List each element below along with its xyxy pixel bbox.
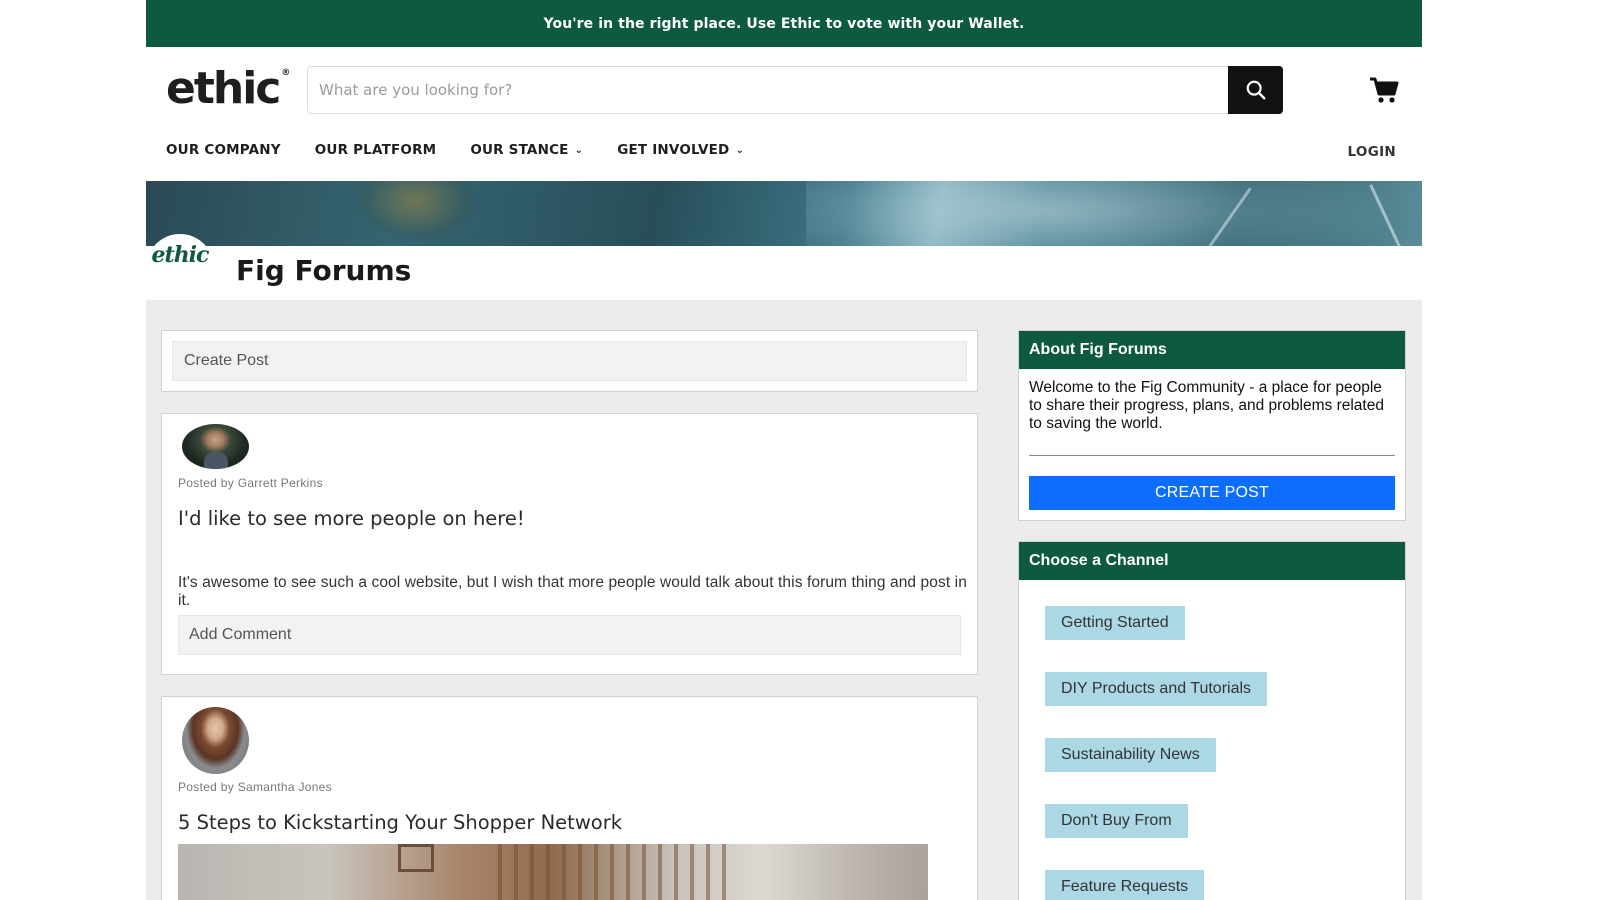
about-forum-card: About Fig Forums Welcome to the Fig Comm… [1018,330,1406,521]
logo-text: ethic [166,63,281,114]
search-box [307,66,1282,114]
login-link[interactable]: LOGIN [1348,144,1397,160]
post-card: Posted by Garrett Perkins I'd like to se… [161,413,978,675]
page-title: Fig Forums [236,254,412,287]
chevron-down-icon: ⌄ [735,144,745,156]
nav-our-stance[interactable]: OUR STANCE ⌄ [470,142,583,158]
registered-mark: ® [281,68,291,78]
nav-label: OUR PLATFORM [314,142,437,158]
forum-content: Create Post Posted by Garrett Perkins I'… [146,300,1422,900]
add-comment-input[interactable]: Add Comment [178,615,961,655]
search-icon [1246,80,1265,100]
about-text: Welcome to the Fig Community - a place f… [1029,379,1384,432]
avatar[interactable] [182,707,249,774]
avatar[interactable] [182,424,249,469]
channel-feature-requests[interactable]: Feature Requests [1045,870,1205,900]
create-post-button[interactable]: CREATE POST [1029,476,1395,510]
channels-card: Choose a Channel Getting Started DIY Pro… [1018,541,1406,900]
channels-heading: Choose a Channel [1019,542,1405,580]
create-post-card: Create Post [161,330,978,392]
channel-getting-started[interactable]: Getting Started [1045,606,1185,640]
banner-highlight [1203,187,1252,246]
nav-label: OUR STANCE [470,142,569,158]
nav-label: OUR COMPANY [166,142,281,158]
post-title[interactable]: 5 Steps to Kickstarting Your Shopper Net… [178,811,622,834]
nav-get-involved[interactable]: GET INVOLVED ⌄ [617,142,744,158]
page: You're in the right place. Use Ethic to … [146,0,1422,900]
about-heading: About Fig Forums [1019,331,1405,369]
nav-label: GET INVOLVED [617,142,730,158]
post-author: Posted by Samantha Jones [178,780,332,794]
post-author: Posted by Garrett Perkins [178,476,323,490]
site-header: ethic ® [146,47,1422,139]
channel-sustainability-news[interactable]: Sustainability News [1045,738,1216,772]
divider [1029,455,1395,456]
chevron-down-icon: ⌄ [574,144,584,156]
announcement-bar: You're in the right place. Use Ethic to … [146,0,1422,47]
forum-banner-image [146,181,1422,246]
search-input[interactable] [319,81,1281,99]
badge-logo-text: ethic [151,242,210,268]
nav-our-company[interactable]: OUR COMPANY [166,142,281,158]
channel-dont-buy-from[interactable]: Don't Buy From [1045,804,1188,838]
nav-our-platform[interactable]: OUR PLATFORM [315,142,437,158]
post-image [178,844,928,900]
ethic-logo[interactable]: ethic ® [166,67,291,111]
post-card: Posted by Samantha Jones 5 Steps to Kick… [161,696,978,900]
create-post-input[interactable]: Create Post [172,341,967,381]
cart-icon [1370,77,1399,103]
banner-highlight [1369,184,1406,246]
post-title[interactable]: I'd like to see more people on here! [178,507,525,530]
main-nav: OUR COMPANY OUR PLATFORM OUR STANCE ⌄ GET… [166,142,778,158]
post-body: It's awesome to see such a cool website,… [178,574,967,609]
channel-diy-products[interactable]: DIY Products and Tutorials [1045,672,1268,706]
cart-button[interactable] [1368,74,1400,106]
search-button[interactable] [1228,66,1283,114]
